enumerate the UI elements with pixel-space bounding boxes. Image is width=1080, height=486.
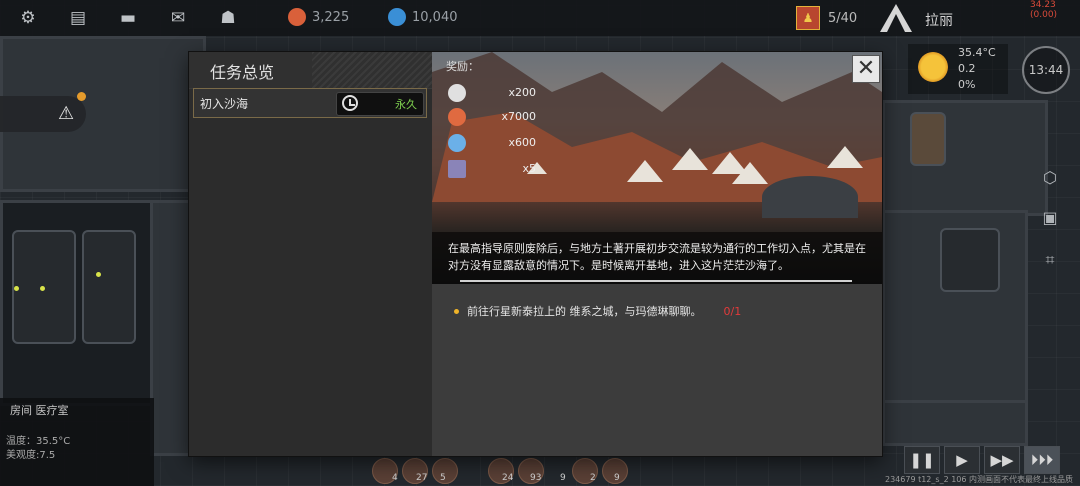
- task-name: 初入沙海: [200, 97, 249, 111]
- reward-item[interactable]: x600: [446, 132, 536, 154]
- item-count: 4: [392, 473, 398, 483]
- tent: [627, 160, 663, 182]
- reward-qty: x600: [508, 136, 536, 149]
- crystal-icon: [448, 134, 466, 152]
- wind-value: 0.2: [958, 62, 976, 75]
- indicator-light: [14, 286, 19, 291]
- tent: [827, 146, 863, 168]
- item-count: 2: [590, 473, 596, 483]
- alert-button[interactable]: ⚠: [0, 92, 86, 132]
- crystal-value: 10,040: [412, 9, 458, 25]
- room-beauty: 美观度:7.5: [6, 450, 56, 461]
- gear-icon[interactable]: ⚙: [18, 9, 38, 27]
- top-hud: ⚙ ▤ ▬ ✉ ☗ 3,225 10,040 ♟ 5/40 拉丽 34.23 (…: [0, 0, 1080, 36]
- console-machine[interactable]: [940, 228, 1000, 292]
- reward-qty: x7000: [501, 110, 536, 123]
- task-duration: 永久: [395, 98, 417, 111]
- item-count: 27: [416, 473, 428, 483]
- reward-qty: x5: [522, 162, 536, 175]
- ticket-icon: [448, 160, 466, 178]
- fastest-button[interactable]: ⏵⏵⏵: [1024, 446, 1060, 474]
- mail-icon[interactable]: ✉: [168, 9, 188, 27]
- flesh-value: 3,225: [312, 9, 350, 25]
- sun-icon: [918, 52, 948, 82]
- indicator-light: [96, 272, 101, 277]
- flesh-icon: [288, 8, 306, 26]
- item-count: 9: [560, 473, 566, 483]
- task-overview-dialog: 任务总览 初入沙海 永久 奖励： x200 x7000 x600 x5 在最高指…: [189, 52, 882, 456]
- tent: [732, 162, 768, 184]
- game-logo-icon: [880, 4, 912, 32]
- temperature-value: 35.4°C: [958, 46, 996, 59]
- flesh-icon: [448, 108, 466, 126]
- build-info: 234679 t12_s_2 106 内测画面不代表最终上线品质: [885, 475, 1074, 484]
- settings-part-icon: [448, 84, 466, 102]
- crystal-resource[interactable]: 10,040: [388, 8, 458, 26]
- game-clock[interactable]: 13:44: [1022, 46, 1070, 94]
- clock-icon: [342, 95, 358, 111]
- fast-forward-button[interactable]: ▶▶: [984, 446, 1020, 474]
- room-info-panel: 房间 医疗室 温度：35.5°C 美观度:7.5: [0, 398, 154, 486]
- crew-character[interactable]: [910, 112, 946, 166]
- reward-item[interactable]: x200: [446, 82, 536, 104]
- username[interactable]: 拉丽: [925, 10, 953, 30]
- task-detail-panel: 奖励： x200 x7000 x600 x5 在最高指导原则废除后，与地方土著开…: [432, 52, 882, 456]
- dialog-title: 任务总览: [210, 63, 275, 82]
- warning-icon: ⚠: [58, 103, 75, 124]
- dialog-header: 任务总览: [189, 52, 432, 89]
- dome-tent: [762, 176, 858, 218]
- map-room: [882, 400, 1028, 446]
- crew-icon: ♟: [796, 6, 820, 30]
- task-description: 在最高指导原则废除后，与地方土著开展初步交流是较为通行的工作切入点，尤其是在对方…: [448, 242, 866, 272]
- room-title: 房间 医疗室: [10, 404, 69, 417]
- task-objective: 前往行星新泰拉上的 维系之城，与玛德琳聊聊。 0/1: [454, 303, 741, 319]
- objective-progress: 0/1: [723, 304, 742, 318]
- notification-dot: [77, 92, 86, 101]
- item-count: 9: [614, 473, 620, 483]
- reward-item[interactable]: x5: [446, 158, 536, 180]
- medical-machine[interactable]: [82, 230, 136, 344]
- crew-counter[interactable]: ♟ 5/40: [796, 6, 857, 30]
- bullet-icon: [454, 308, 459, 314]
- chat-icon[interactable]: ▤: [68, 9, 88, 27]
- task-banner-image: 奖励： x200 x7000 x600 x5 在最高指导原则废除后，与地方土著开…: [432, 52, 882, 284]
- item-count: 24: [502, 473, 514, 483]
- message-icon[interactable]: ▬: [118, 9, 138, 27]
- task-item[interactable]: 初入沙海 永久: [193, 88, 427, 118]
- user-icon[interactable]: ☗: [218, 9, 238, 27]
- objective-text: 前往行星新泰拉上的 维系之城，与玛德琳聊聊。: [467, 305, 702, 318]
- scan-icon[interactable]: ⌗: [1040, 250, 1060, 270]
- clipboard-icon[interactable]: ▣: [1040, 208, 1060, 228]
- task-list-panel: 任务总览 初入沙海 永久: [189, 52, 432, 456]
- divider: [460, 280, 852, 282]
- crystal-icon: [388, 8, 406, 26]
- red-note: 34.23 (0.00): [1030, 0, 1058, 20]
- flesh-resource[interactable]: 3,225: [288, 8, 349, 26]
- play-button[interactable]: ▶: [944, 446, 980, 474]
- indicator-light: [40, 286, 45, 291]
- header-decoration: [312, 52, 432, 88]
- crew-count: 5/40: [828, 10, 858, 26]
- close-button[interactable]: ✕: [852, 55, 880, 83]
- rewards-label: 奖励：: [446, 60, 479, 73]
- reward-item[interactable]: x7000: [446, 106, 536, 128]
- room-temperature: 温度：35.5°C: [6, 436, 71, 447]
- map-room: [882, 100, 1048, 216]
- weather-panel[interactable]: 35.4°C 0.2 0%: [908, 44, 1008, 94]
- humidity-value: 0%: [958, 78, 976, 91]
- reward-qty: x200: [508, 86, 536, 99]
- cube-icon[interactable]: ⬡: [1040, 168, 1060, 188]
- tent: [672, 148, 708, 170]
- item-count: 5: [440, 473, 446, 483]
- item-count: 93: [530, 473, 542, 483]
- task-duration-tag: 永久: [336, 92, 424, 116]
- pause-button[interactable]: ❚❚: [904, 446, 940, 474]
